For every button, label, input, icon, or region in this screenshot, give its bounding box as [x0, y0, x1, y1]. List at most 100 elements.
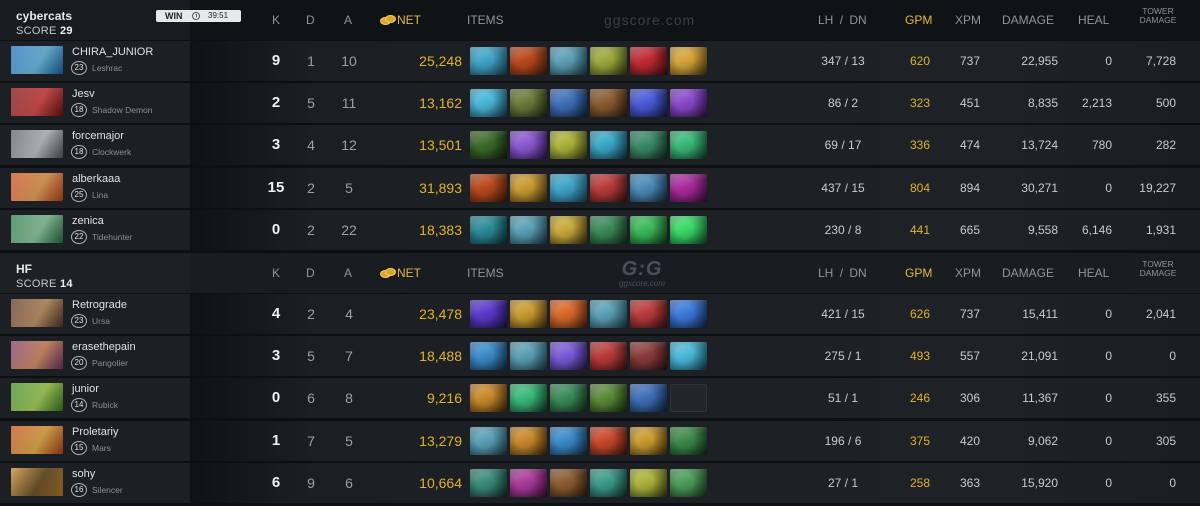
player-row[interactable]: Proletariy 15 Mars 1 7 5 13,279 196 / 6 … — [0, 420, 1200, 461]
item-icon[interactable] — [590, 47, 627, 75]
team-name[interactable]: cybercats — [16, 9, 72, 23]
item-icon[interactable] — [550, 89, 587, 118]
item-icon[interactable] — [550, 173, 587, 202]
item-icon[interactable] — [470, 89, 507, 118]
col-header-tower-damage[interactable]: TOWER DAMAGE — [1134, 7, 1182, 25]
item-icon[interactable] — [670, 47, 707, 75]
item-icon[interactable] — [670, 173, 707, 202]
hero-portrait[interactable] — [11, 46, 63, 74]
item-icon[interactable] — [510, 426, 547, 455]
item-icon[interactable] — [550, 342, 587, 371]
item-icon[interactable] — [470, 468, 507, 497]
item-icon[interactable] — [510, 300, 547, 328]
item-icon[interactable] — [510, 215, 547, 244]
hero-portrait[interactable] — [11, 172, 63, 201]
item-icon[interactable] — [670, 300, 707, 328]
col-header-damage[interactable]: DAMAGE — [1002, 266, 1054, 280]
col-header-assists[interactable]: A — [344, 266, 352, 280]
hero-portrait[interactable] — [11, 383, 63, 412]
col-header-damage[interactable]: DAMAGE — [1002, 13, 1054, 27]
item-icon[interactable] — [630, 342, 667, 371]
col-header-heal[interactable]: HEAL — [1078, 13, 1109, 27]
col-header-xpm[interactable]: XPM — [955, 266, 981, 280]
hero-portrait[interactable] — [11, 88, 63, 117]
player-row[interactable]: forcemajor 18 Clockwerk 3 4 12 13,501 69… — [0, 125, 1200, 166]
item-icon[interactable] — [470, 300, 507, 328]
item-icon[interactable] — [510, 342, 547, 371]
col-header-lh-dn[interactable]: LH / DN — [818, 266, 867, 280]
col-header-tower-damage[interactable]: TOWER DAMAGE — [1134, 260, 1182, 278]
item-icon[interactable] — [470, 384, 507, 413]
player-name[interactable]: zenica — [72, 215, 104, 227]
item-icon[interactable] — [550, 215, 587, 244]
item-icon[interactable] — [630, 215, 667, 244]
col-header-kills[interactable]: K — [272, 13, 280, 27]
item-icon[interactable] — [590, 215, 627, 244]
item-icon[interactable] — [550, 300, 587, 328]
item-icon[interactable] — [630, 426, 667, 455]
team-name[interactable]: HF — [16, 262, 32, 276]
hero-portrait[interactable] — [11, 299, 63, 327]
item-icon[interactable] — [550, 384, 587, 413]
item-icon[interactable] — [590, 384, 627, 413]
item-icon[interactable] — [670, 468, 707, 497]
player-row[interactable]: Retrograde 23 Ursa 4 2 4 23,478 421 / 15… — [0, 294, 1200, 334]
item-icon[interactable] — [630, 300, 667, 328]
item-icon[interactable] — [510, 468, 547, 497]
player-row[interactable]: erasethepain 20 Pangolier 3 5 7 18,488 2… — [0, 336, 1200, 377]
item-icon[interactable] — [470, 47, 507, 75]
item-icon[interactable] — [590, 342, 627, 371]
player-name[interactable]: erasethepain — [72, 341, 136, 353]
item-icon[interactable] — [510, 384, 547, 413]
item-icon[interactable] — [590, 468, 627, 497]
hero-portrait[interactable] — [11, 214, 63, 243]
player-name[interactable]: junior — [72, 383, 99, 395]
player-row[interactable]: CHIRA_JUNIOR 23 Leshrac 9 1 10 25,248 34… — [0, 41, 1200, 81]
item-icon[interactable] — [670, 131, 707, 160]
col-header-gpm[interactable]: GPM — [905, 266, 932, 280]
col-header-xpm[interactable]: XPM — [955, 13, 981, 27]
col-header-gpm[interactable]: GPM — [905, 13, 932, 27]
item-icon[interactable] — [510, 47, 547, 75]
item-icon[interactable] — [590, 300, 627, 328]
item-icon[interactable] — [470, 342, 507, 371]
col-header-lh-dn[interactable]: LH / DN — [818, 13, 867, 27]
col-header-net[interactable]: NET — [380, 13, 421, 27]
item-icon[interactable] — [590, 131, 627, 160]
player-name[interactable]: CHIRA_JUNIOR — [72, 46, 153, 58]
hero-portrait[interactable] — [11, 130, 63, 159]
item-icon[interactable] — [590, 173, 627, 202]
player-name[interactable]: alberkaaa — [72, 173, 120, 185]
item-icon[interactable] — [470, 215, 507, 244]
item-icon[interactable] — [470, 131, 507, 160]
item-icon[interactable] — [670, 215, 707, 244]
item-icon[interactable] — [630, 131, 667, 160]
item-icon[interactable] — [510, 173, 547, 202]
item-icon[interactable] — [630, 468, 667, 497]
hero-portrait[interactable] — [11, 425, 63, 454]
item-icon[interactable] — [630, 47, 667, 75]
item-icon[interactable] — [670, 426, 707, 455]
item-icon[interactable] — [550, 131, 587, 160]
player-row[interactable]: junior 14 Rubick 0 6 8 9,216 51 / 1 246 … — [0, 378, 1200, 419]
player-name[interactable]: Retrograde — [72, 299, 127, 311]
item-icon[interactable] — [590, 89, 627, 118]
player-name[interactable]: Proletariy — [72, 426, 118, 438]
hero-portrait[interactable] — [11, 467, 63, 496]
item-icon[interactable] — [670, 342, 707, 371]
hero-portrait[interactable] — [11, 341, 63, 370]
player-row[interactable]: alberkaaa 25 Lina 15 2 5 31,893 437 / 15… — [0, 167, 1200, 208]
item-icon[interactable] — [550, 47, 587, 75]
item-icon[interactable] — [510, 89, 547, 118]
item-icon[interactable] — [550, 426, 587, 455]
player-row[interactable]: zenica 22 Tidehunter 0 2 22 18,383 230 /… — [0, 209, 1200, 250]
item-icon[interactable] — [470, 426, 507, 455]
player-name[interactable]: forcemajor — [72, 130, 124, 142]
col-header-deaths[interactable]: D — [306, 13, 315, 27]
item-icon[interactable] — [550, 468, 587, 497]
col-header-net[interactable]: NET — [380, 266, 421, 280]
item-icon[interactable] — [590, 426, 627, 455]
item-icon[interactable] — [470, 173, 507, 202]
col-header-heal[interactable]: HEAL — [1078, 266, 1109, 280]
col-header-assists[interactable]: A — [344, 13, 352, 27]
